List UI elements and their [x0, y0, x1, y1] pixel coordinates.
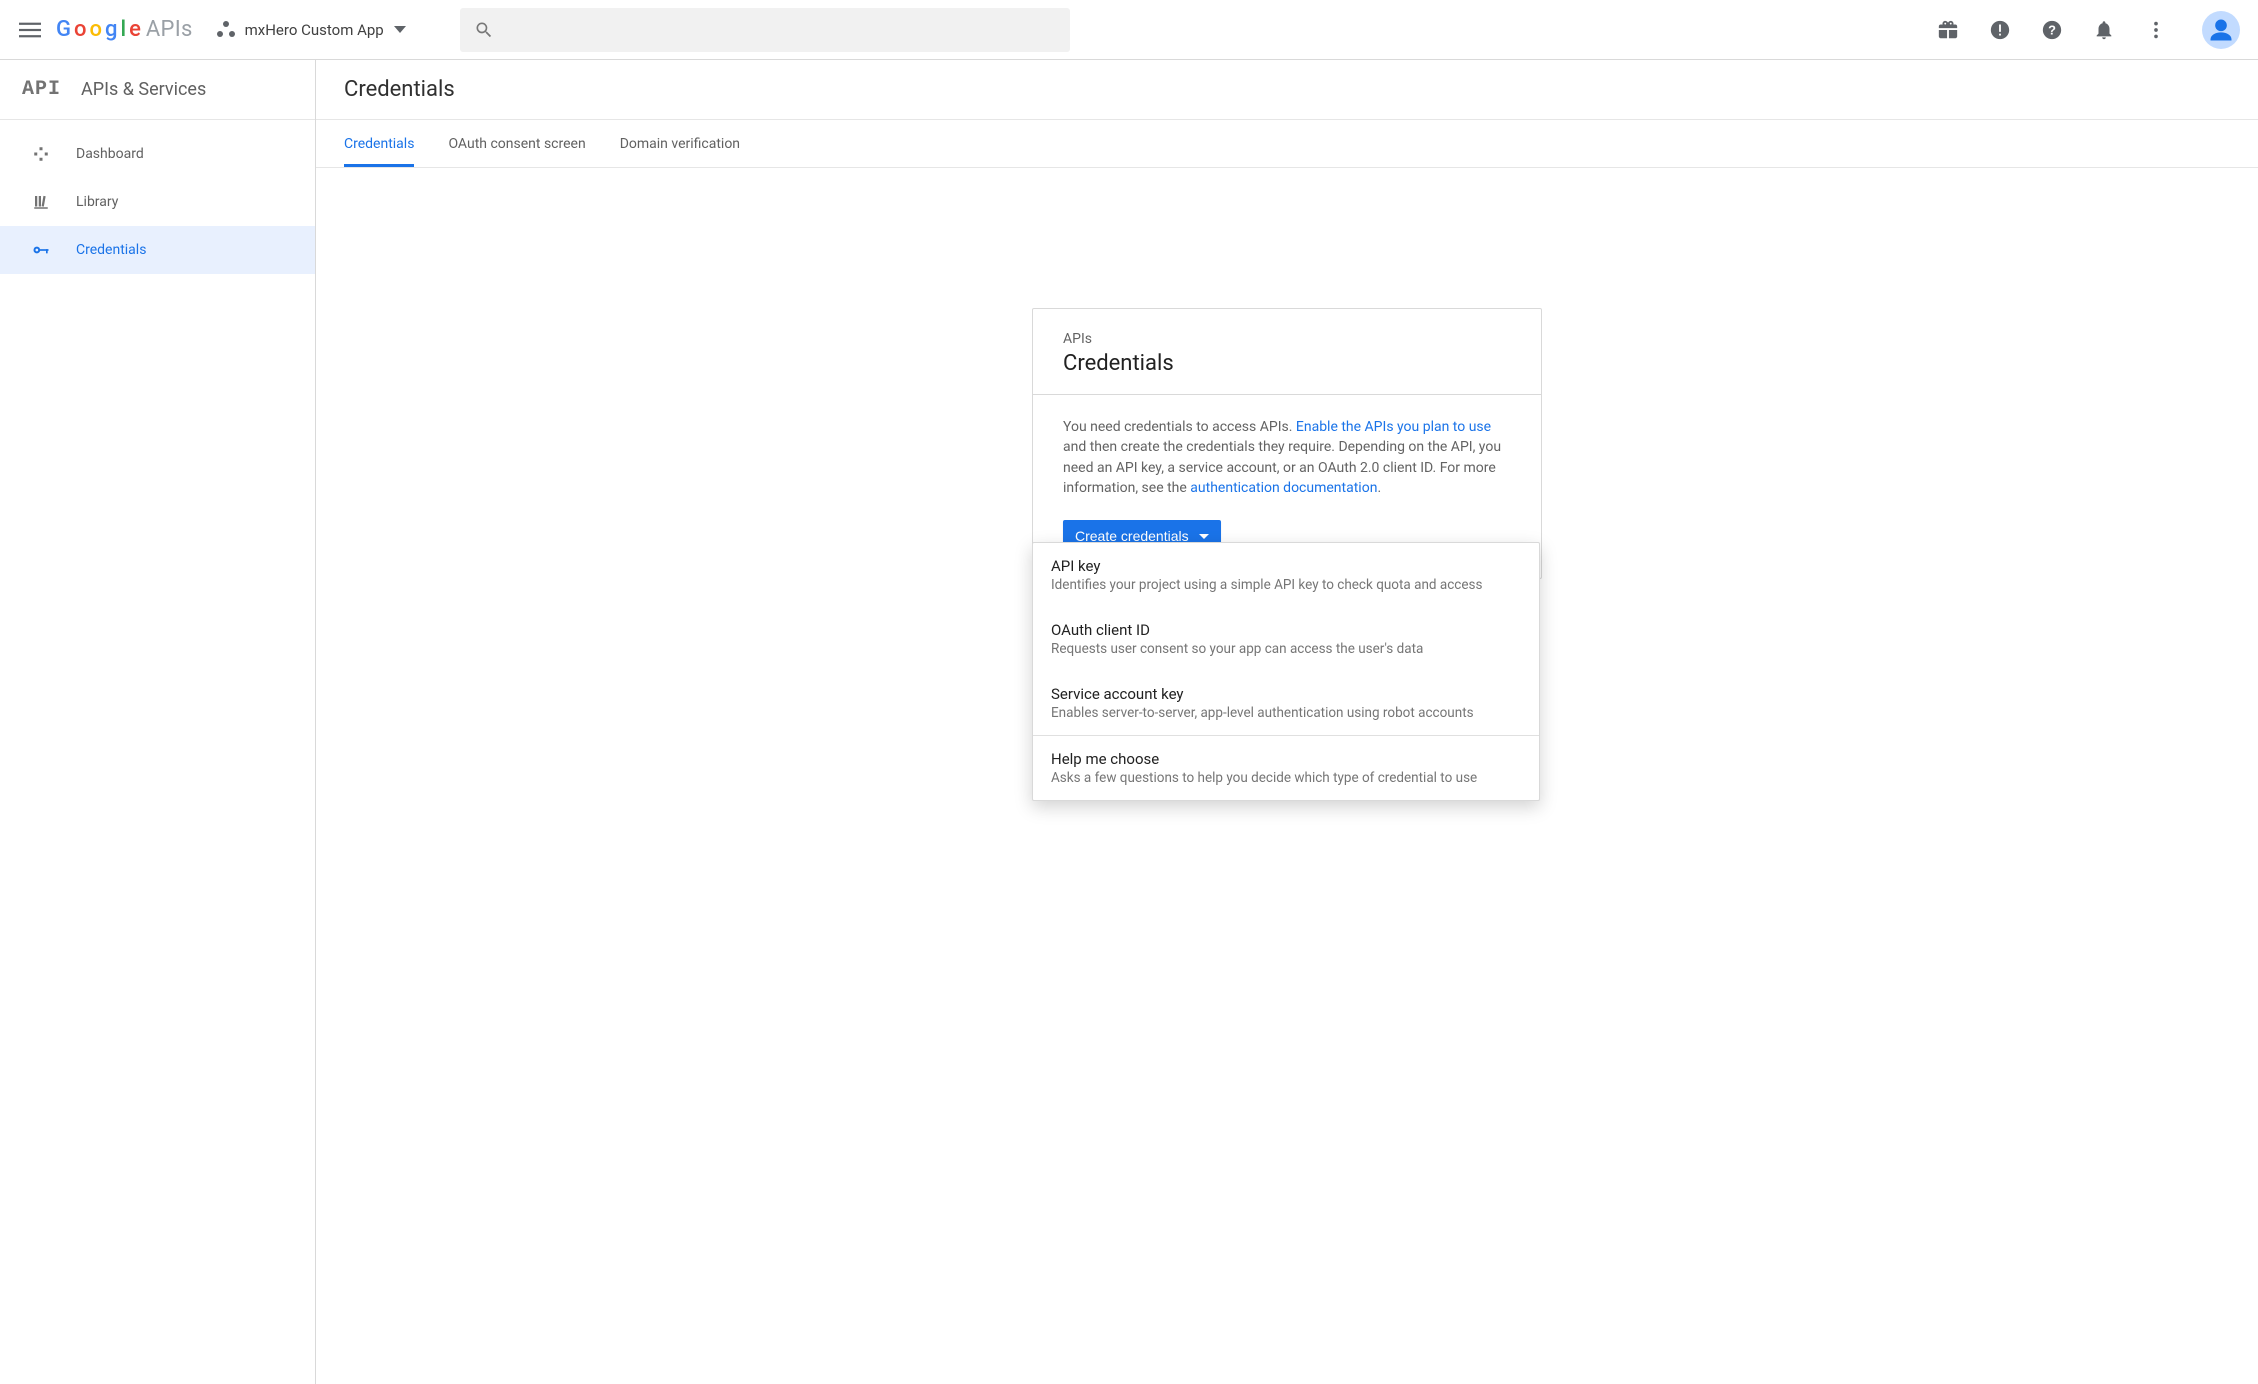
- enable-apis-link[interactable]: Enable the APIs you plan to use: [1296, 419, 1491, 435]
- sidebar-item-credentials[interactable]: Credentials: [0, 226, 315, 274]
- sidebar-item-label: Dashboard: [76, 146, 144, 162]
- menu-item-title: OAuth client ID: [1051, 621, 1521, 639]
- card-description: You need credentials to access APIs. Ena…: [1063, 417, 1511, 498]
- card-title: Credentials: [1063, 351, 1511, 376]
- content-area: APIs Credentials You need credentials to…: [316, 168, 2258, 1384]
- main: Credentials Credentials OAuth consent sc…: [316, 60, 2258, 1384]
- avatar[interactable]: [2202, 11, 2240, 49]
- tabs: Credentials OAuth consent screen Domain …: [316, 120, 2258, 168]
- library-icon: [30, 193, 52, 211]
- menu-icon[interactable]: [18, 18, 42, 42]
- menu-item-desc: Enables server-to-server, app-level auth…: [1051, 705, 1521, 721]
- sidebar: API APIs & Services Dashboard Library: [0, 60, 316, 1384]
- tab-domain-verification[interactable]: Domain verification: [620, 136, 740, 167]
- auth-docs-link[interactable]: authentication documentation: [1190, 480, 1377, 496]
- sidebar-header: API APIs & Services: [0, 60, 315, 120]
- appbar: Google APIs mxHero Custom App ?: [0, 0, 2258, 60]
- alert-icon[interactable]: [1988, 18, 2012, 42]
- menu-item-api-key[interactable]: API key Identifies your project using a …: [1033, 543, 1539, 607]
- chevron-down-icon: [1199, 534, 1209, 539]
- project-name: mxHero Custom App: [245, 21, 384, 39]
- menu-item-desc: Identifies your project using a simple A…: [1051, 577, 1521, 593]
- menu-item-help-me-choose[interactable]: Help me choose Asks a few questions to h…: [1033, 736, 1539, 800]
- notifications-icon[interactable]: [2092, 18, 2116, 42]
- project-picker[interactable]: mxHero Custom App: [207, 15, 416, 45]
- menu-item-service-account-key[interactable]: Service account key Enables server-to-se…: [1033, 671, 1539, 735]
- tab-credentials[interactable]: Credentials: [344, 136, 414, 167]
- menu-item-oauth-client-id[interactable]: OAuth client ID Requests user consent so…: [1033, 607, 1539, 671]
- more-icon[interactable]: [2144, 18, 2168, 42]
- sidebar-item-label: Credentials: [76, 242, 146, 258]
- menu-item-desc: Requests user consent so your app can ac…: [1051, 641, 1521, 657]
- menu-item-title: Service account key: [1051, 685, 1521, 703]
- search-icon: [474, 20, 494, 40]
- menu-item-title: Help me choose: [1051, 750, 1521, 768]
- tab-oauth-consent[interactable]: OAuth consent screen: [448, 136, 585, 167]
- svg-text:?: ?: [2048, 22, 2056, 37]
- help-icon[interactable]: ?: [2040, 18, 2064, 42]
- chevron-down-icon: [394, 26, 406, 33]
- key-icon: [30, 240, 52, 260]
- appbar-actions: ?: [1936, 11, 2240, 49]
- project-icon: [217, 21, 235, 39]
- sidebar-item-dashboard[interactable]: Dashboard: [0, 130, 315, 178]
- search-input[interactable]: [506, 21, 1056, 38]
- sidebar-title: APIs & Services: [81, 79, 206, 100]
- menu-item-title: API key: [1051, 557, 1521, 575]
- sidebar-item-library[interactable]: Library: [0, 178, 315, 226]
- create-credentials-menu: API key Identifies your project using a …: [1032, 542, 1540, 801]
- card-eyebrow: APIs: [1063, 331, 1511, 347]
- menu-item-desc: Asks a few questions to help you decide …: [1051, 770, 1521, 786]
- search-box[interactable]: [460, 8, 1070, 52]
- sidebar-item-label: Library: [76, 194, 118, 210]
- gift-icon[interactable]: [1936, 18, 1960, 42]
- google-apis-logo: Google APIs: [56, 17, 193, 42]
- credentials-card: APIs Credentials You need credentials to…: [1032, 308, 1542, 579]
- api-logo-icon: API: [22, 78, 61, 101]
- sidebar-nav: Dashboard Library Credentials: [0, 120, 315, 274]
- page-title: Credentials: [344, 77, 455, 102]
- page-header: Credentials: [316, 60, 2258, 120]
- dashboard-icon: [30, 145, 52, 163]
